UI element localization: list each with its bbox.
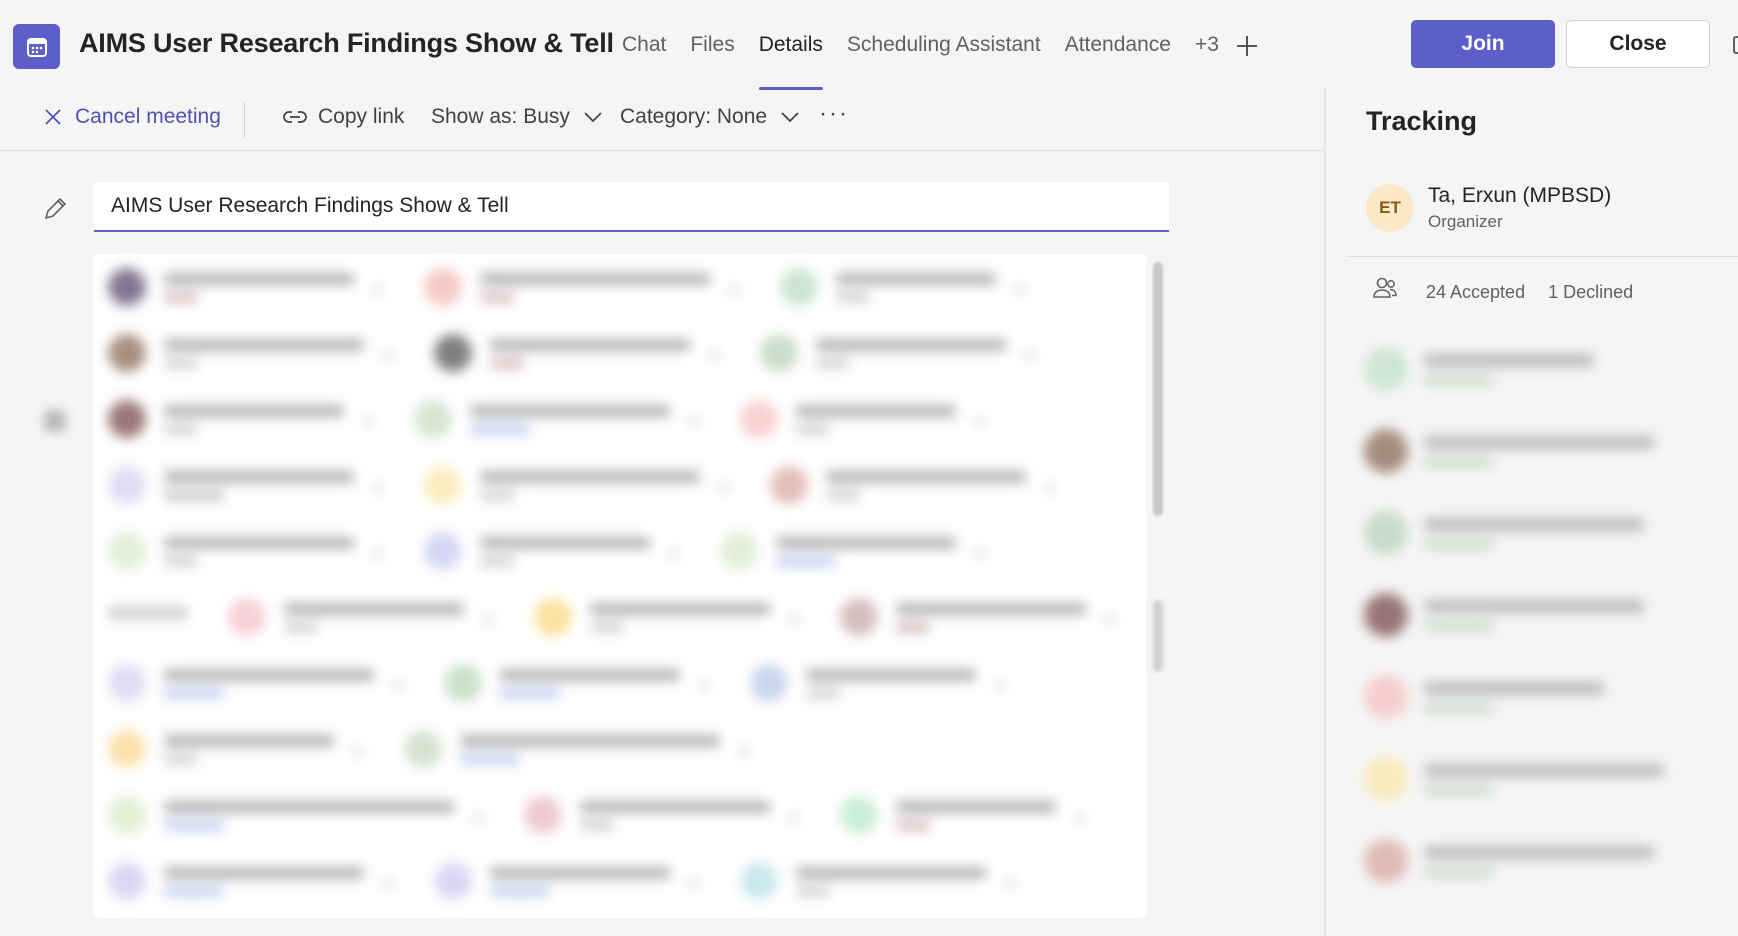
toolbar-divider: [244, 102, 245, 138]
cancel-meeting-label: Cancel meeting: [75, 105, 221, 128]
join-button[interactable]: Join: [1411, 20, 1555, 68]
meeting-header: AIMS User Research Findings Show & Tell …: [0, 0, 1738, 90]
tracking-list: [1364, 328, 1664, 902]
link-icon: [283, 111, 307, 123]
blurred-attendees: [94, 254, 1146, 914]
tracking-heading: Tracking: [1366, 106, 1478, 136]
tab-scheduling-assistant[interactable]: Scheduling Assistant: [847, 32, 1041, 90]
meeting-title: AIMS User Research Findings Show & Tell: [79, 28, 614, 58]
show-as-label: Show as: Busy: [431, 105, 570, 128]
add-tab-icon[interactable]: [1235, 34, 1259, 59]
more-options-button[interactable]: ···: [819, 100, 849, 128]
attendees-scrollbar[interactable]: [1153, 262, 1163, 516]
popout-icon[interactable]: [1733, 36, 1738, 54]
tracking-panel: Tracking ET Ta, Erxun (MPBSD) Organizer …: [1324, 88, 1738, 936]
organizer-role: Organizer: [1428, 212, 1503, 231]
show-as-dropdown[interactable]: Show as: Busy: [431, 105, 602, 129]
meeting-title-input[interactable]: [94, 182, 1169, 232]
cancel-meeting-button[interactable]: Cancel meeting: [43, 105, 221, 129]
organizer-avatar[interactable]: ET: [1366, 184, 1414, 232]
attendees-icon: [44, 410, 66, 432]
tab-chat[interactable]: Chat: [622, 32, 666, 90]
tab-files[interactable]: Files: [690, 32, 734, 90]
tab-attendance[interactable]: Attendance: [1065, 32, 1171, 90]
close-icon: [45, 109, 61, 125]
edit-pencil-icon: [42, 196, 68, 227]
chevron-down-icon: [584, 112, 602, 123]
category-label: Category: None: [620, 105, 768, 128]
chevron-down-icon: [781, 112, 799, 123]
close-button[interactable]: Close: [1566, 20, 1710, 68]
copy-link-button[interactable]: Copy link: [282, 105, 404, 129]
more-tabs-button[interactable]: +3: [1195, 32, 1219, 90]
tracking-divider: [1346, 256, 1738, 257]
attendees-list[interactable]: [94, 254, 1146, 918]
accepted-count: 24 Accepted: [1426, 282, 1526, 302]
response-counts: 24 Accepted 1 Declined: [1426, 282, 1651, 303]
organizer-name[interactable]: Ta, Erxun (MPBSD): [1428, 184, 1611, 208]
declined-count: 1 Declined: [1548, 282, 1634, 302]
calendar-icon: [13, 24, 60, 69]
tab-details[interactable]: Details: [758, 32, 824, 90]
optional-attendees-scrollbar[interactable]: [1153, 600, 1163, 672]
category-dropdown[interactable]: Category: None: [620, 105, 799, 129]
people-icon: [1372, 276, 1398, 305]
copy-link-label: Copy link: [318, 105, 405, 128]
tab-bar: Chat Files Details Scheduling Assistant …: [622, 32, 1259, 90]
meeting-toolbar: Cancel meeting Copy link Show as: Busy C…: [0, 88, 1324, 151]
